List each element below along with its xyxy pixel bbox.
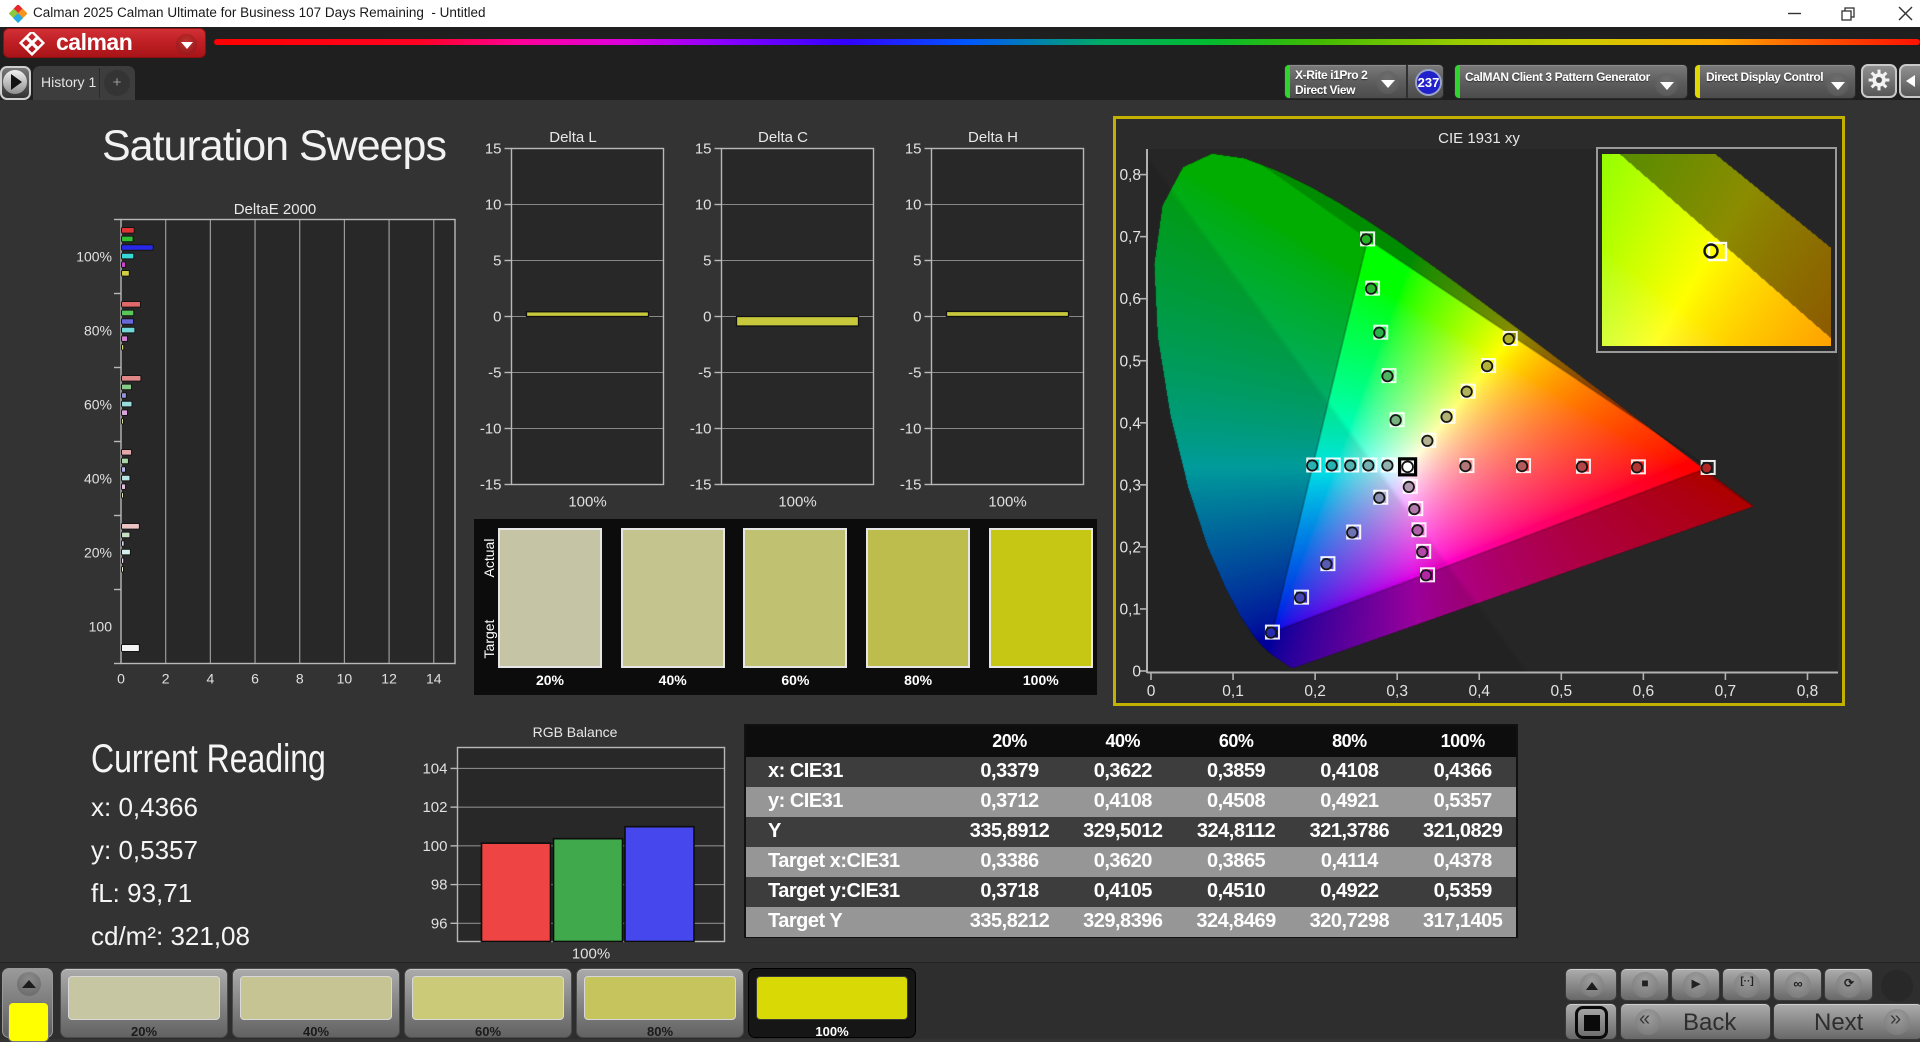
- svg-text:15: 15: [695, 141, 712, 158]
- svg-text:0: 0: [117, 671, 125, 687]
- svg-text:60%: 60%: [84, 397, 112, 413]
- svg-text:0,8: 0,8: [1119, 167, 1141, 184]
- svg-text:10: 10: [695, 197, 712, 214]
- svg-text:100%: 100%: [568, 494, 606, 511]
- svg-text:0,2: 0,2: [1304, 683, 1326, 700]
- svg-text:100: 100: [89, 619, 113, 635]
- svg-text:0: 0: [703, 309, 711, 326]
- svg-text:-15: -15: [480, 477, 502, 494]
- svg-text:0: 0: [1132, 664, 1141, 681]
- svg-text:4: 4: [206, 671, 214, 687]
- svg-text:5: 5: [493, 253, 501, 270]
- svg-text:0,6: 0,6: [1119, 291, 1141, 308]
- svg-text:0,1: 0,1: [1222, 683, 1244, 700]
- svg-text:0,8: 0,8: [1797, 683, 1819, 700]
- svg-text:0,3: 0,3: [1119, 477, 1141, 494]
- svg-text:5: 5: [913, 253, 921, 270]
- svg-text:0: 0: [913, 309, 921, 326]
- svg-text:0,2: 0,2: [1119, 539, 1141, 556]
- svg-text:0,7: 0,7: [1119, 229, 1141, 246]
- svg-text:100%: 100%: [778, 494, 816, 511]
- svg-text:-5: -5: [908, 365, 921, 382]
- svg-text:14: 14: [426, 671, 442, 687]
- svg-text:96: 96: [431, 915, 448, 932]
- svg-text:0: 0: [493, 309, 501, 326]
- svg-text:0,1: 0,1: [1119, 601, 1141, 618]
- svg-text:8: 8: [296, 671, 304, 687]
- svg-text:100%: 100%: [76, 249, 112, 265]
- svg-text:0,4: 0,4: [1119, 415, 1141, 432]
- svg-text:0,5: 0,5: [1551, 683, 1573, 700]
- svg-text:-10: -10: [480, 421, 502, 438]
- svg-text:-10: -10: [690, 421, 712, 438]
- svg-text:12: 12: [381, 671, 397, 687]
- svg-text:80%: 80%: [84, 323, 112, 339]
- svg-text:100%: 100%: [988, 494, 1026, 511]
- svg-text:104: 104: [422, 760, 447, 777]
- svg-text:2: 2: [162, 671, 170, 687]
- svg-text:100: 100: [422, 838, 447, 855]
- svg-text:-5: -5: [698, 365, 711, 382]
- svg-text:0,3: 0,3: [1386, 683, 1408, 700]
- svg-text:40%: 40%: [84, 471, 112, 487]
- svg-text:-10: -10: [900, 421, 922, 438]
- svg-text:-15: -15: [690, 477, 712, 494]
- svg-text:0,6: 0,6: [1633, 683, 1655, 700]
- svg-text:0: 0: [1147, 683, 1156, 700]
- svg-text:20%: 20%: [84, 545, 112, 561]
- svg-text:0,7: 0,7: [1715, 683, 1737, 700]
- svg-text:-5: -5: [488, 365, 501, 382]
- svg-text:5: 5: [703, 253, 711, 270]
- svg-text:98: 98: [431, 877, 448, 894]
- svg-text:102: 102: [422, 799, 447, 816]
- svg-text:0,4: 0,4: [1468, 683, 1490, 700]
- svg-text:-15: -15: [900, 477, 922, 494]
- svg-text:0,5: 0,5: [1119, 353, 1141, 370]
- svg-text:6: 6: [251, 671, 259, 687]
- svg-text:10: 10: [485, 197, 502, 214]
- svg-text:10: 10: [905, 197, 922, 214]
- svg-text:15: 15: [485, 141, 502, 158]
- svg-text:15: 15: [905, 141, 922, 158]
- svg-text:10: 10: [337, 671, 353, 687]
- svg-text:100%: 100%: [572, 946, 610, 963]
